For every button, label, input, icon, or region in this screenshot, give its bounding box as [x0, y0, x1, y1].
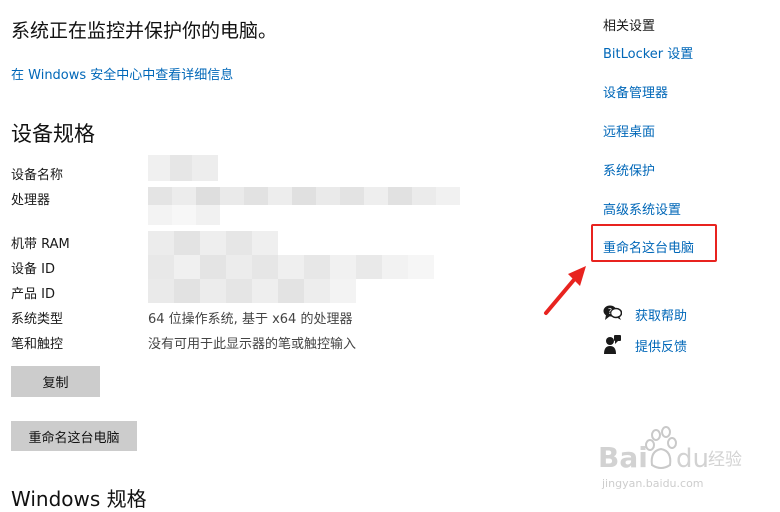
svg-text:?: ? [608, 307, 612, 316]
device-manager-link[interactable]: 设备管理器 [603, 82, 668, 101]
watermark-brand-left: Bai [598, 441, 648, 474]
protection-status-text: 系统正在监控并保护你的电脑。 [11, 20, 278, 42]
spec-label-product-id: 产品 ID [11, 287, 55, 302]
baidu-watermark-logo: Bai du 经验 jingyan.baidu.com [598, 426, 742, 490]
windows-specs-title: Windows 规格 [11, 487, 147, 511]
privacy-mosaic [148, 155, 460, 305]
help-chat-icon: ? [603, 305, 622, 320]
annotation-arrow-icon [544, 266, 586, 315]
watermark-brand-cn: 经验 [708, 450, 742, 470]
spec-value-system-type: 64 位操作系统, 基于 x64 的处理器 [148, 312, 353, 327]
device-specs-title: 设备规格 [11, 122, 95, 146]
remote-desktop-link[interactable]: 远程桌面 [603, 121, 655, 140]
copy-button[interactable]: 复制 [11, 366, 100, 397]
watermark-url: jingyan.baidu.com [601, 477, 704, 490]
give-feedback-link[interactable]: 提供反馈 [635, 336, 687, 355]
security-center-link[interactable]: 在 Windows 安全中心中查看详细信息 [11, 64, 233, 83]
spec-label-system-type: 系统类型 [11, 312, 64, 327]
spec-label-pen-touch: 笔和触控 [11, 337, 64, 352]
feedback-person-icon [604, 335, 621, 354]
rename-pc-button[interactable]: 重命名这台电脑 [11, 421, 137, 451]
spec-value-pen-touch: 没有可用于此显示器的笔或触控输入 [148, 337, 357, 352]
advanced-system-settings-link[interactable]: 高级系统设置 [603, 199, 681, 218]
spec-label-ram: 机带 RAM [11, 237, 70, 252]
spec-label-device-id: 设备 ID [11, 262, 55, 277]
get-help-link[interactable]: 获取帮助 [635, 305, 687, 324]
spec-label-processor: 处理器 [11, 193, 51, 208]
related-settings-title: 相关设置 [603, 19, 656, 34]
highlight-box [591, 224, 717, 262]
watermark-brand-right: du [676, 444, 709, 474]
spec-label-device-name: 设备名称 [11, 168, 64, 183]
system-protection-link[interactable]: 系统保护 [603, 160, 655, 179]
bitlocker-settings-link[interactable]: BitLocker 设置 [603, 43, 693, 62]
